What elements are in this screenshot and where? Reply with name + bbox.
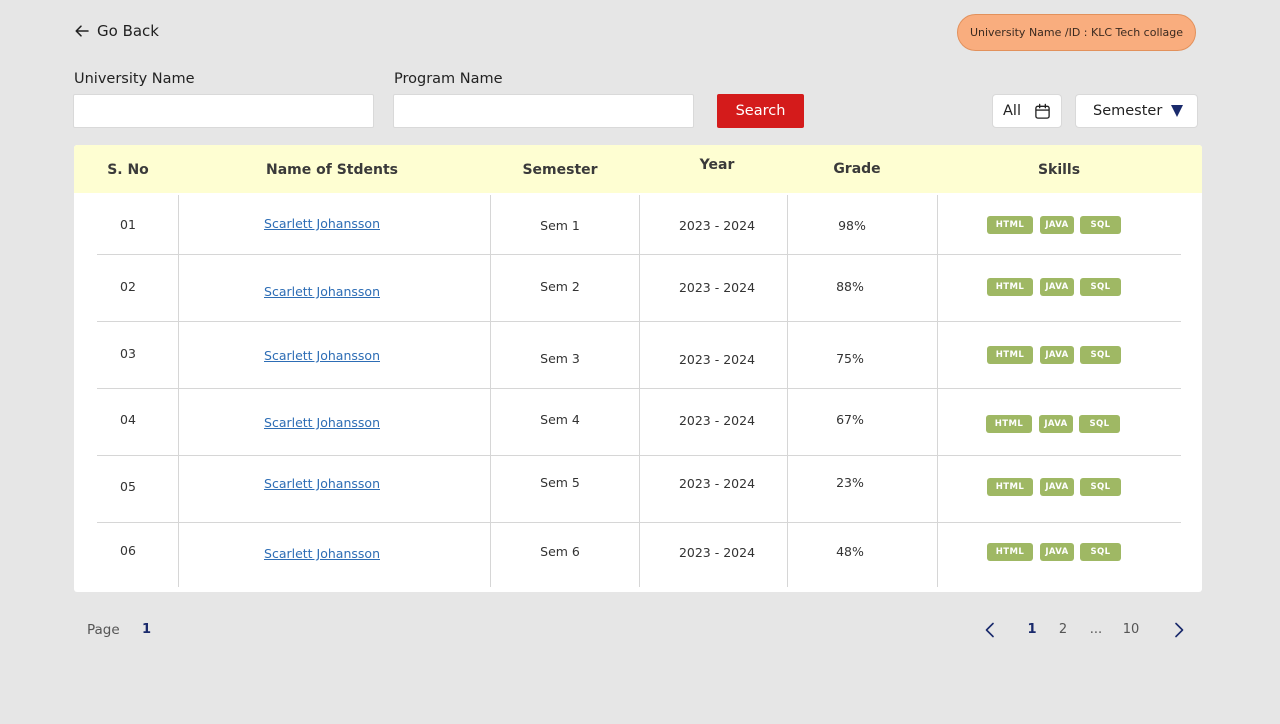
chevron-right-icon[interactable]: [1169, 620, 1189, 640]
skill-tag: HTML: [987, 543, 1033, 561]
column-header-year: Year: [699, 157, 735, 173]
skill-tag: JAVA: [1040, 478, 1074, 496]
students-table: S. No Name of Stdents Semester Year Grad…: [74, 145, 1202, 592]
row-grade: 67%: [836, 412, 864, 427]
row-semester: Sem 5: [540, 475, 580, 490]
page-button-1[interactable]: 1: [1027, 622, 1036, 637]
semester-filter-dropdown[interactable]: Semester: [1075, 94, 1198, 128]
column-header-skills: Skills: [1037, 162, 1081, 178]
student-name-link[interactable]: Scarlett Johansson: [264, 348, 380, 363]
skill-tag: HTML: [987, 478, 1033, 496]
row-year: 2023 - 2024: [678, 280, 756, 295]
skill-tag: SQL: [1080, 278, 1121, 296]
row-year: 2023 - 2024: [678, 413, 756, 428]
row-divider: [97, 522, 1181, 523]
table-header: S. No Name of Stdents Semester Year Grad…: [74, 145, 1202, 193]
column-header-name: Name of Stdents: [266, 162, 398, 178]
page-label: Page: [87, 622, 120, 638]
row-divider: [97, 455, 1181, 456]
university-name-label: University Name: [74, 71, 195, 87]
student-name-link[interactable]: Scarlett Johansson: [264, 476, 380, 491]
column-header-semester: Semester: [522, 162, 598, 178]
skill-tag: JAVA: [1040, 278, 1074, 296]
caret-down-icon: [1171, 105, 1183, 117]
skill-tag: HTML: [987, 278, 1033, 296]
skill-tag: HTML: [987, 216, 1033, 234]
current-page-indicator: 1: [142, 622, 152, 637]
skill-tag: SQL: [1079, 415, 1120, 433]
skill-tag: JAVA: [1039, 415, 1073, 433]
page-ellipsis: ...: [1089, 622, 1103, 637]
date-filter-label: All: [1003, 103, 1021, 119]
row-semester: Sem 6: [540, 544, 580, 559]
page-button-10[interactable]: 10: [1123, 622, 1140, 637]
program-name-input[interactable]: [393, 94, 694, 128]
row-sno: 04: [120, 412, 136, 427]
column-header-sno: S. No: [107, 162, 149, 178]
row-sno: 03: [120, 346, 136, 361]
university-badge: University Name /ID : KLC Tech collage: [957, 14, 1196, 51]
skill-tag: JAVA: [1040, 543, 1074, 561]
skill-tag: SQL: [1080, 346, 1121, 364]
column-header-grade: Grade: [833, 161, 881, 177]
skill-tag: JAVA: [1040, 216, 1074, 234]
skill-tag: SQL: [1080, 216, 1121, 234]
search-button[interactable]: Search: [717, 94, 804, 128]
arrow-left-icon: [75, 25, 89, 37]
go-back-label: Go Back: [97, 22, 159, 40]
row-sno: 06: [120, 543, 136, 558]
row-grade: 75%: [836, 351, 864, 366]
row-divider: [97, 254, 1181, 255]
row-year: 2023 - 2024: [678, 218, 756, 233]
row-semester: Sem 4: [540, 412, 580, 427]
student-name-link[interactable]: Scarlett Johansson: [264, 216, 380, 231]
row-sno: 05: [120, 479, 136, 494]
program-name-label: Program Name: [394, 71, 503, 87]
row-divider: [97, 388, 1181, 389]
row-semester: Sem 1: [540, 218, 580, 233]
row-grade: 23%: [836, 475, 864, 490]
row-year: 2023 - 2024: [678, 545, 756, 560]
student-name-link[interactable]: Scarlett Johansson: [264, 415, 380, 430]
date-filter-dropdown[interactable]: All: [992, 94, 1062, 128]
student-name-link[interactable]: Scarlett Johansson: [264, 284, 380, 299]
row-year: 2023 - 2024: [678, 476, 756, 491]
university-name-input[interactable]: [73, 94, 374, 128]
student-name-link[interactable]: Scarlett Johansson: [264, 546, 380, 561]
row-semester: Sem 2: [540, 279, 580, 294]
row-sno: 02: [120, 279, 136, 294]
row-grade: 88%: [836, 279, 864, 294]
chevron-left-icon[interactable]: [980, 620, 1000, 640]
row-semester: Sem 3: [540, 351, 580, 366]
skill-tag: HTML: [986, 415, 1032, 433]
calendar-icon: [1035, 103, 1050, 119]
semester-filter-label: Semester: [1093, 103, 1163, 119]
skill-tag: HTML: [987, 346, 1033, 364]
skill-tag: SQL: [1080, 478, 1121, 496]
row-sno: 01: [120, 217, 136, 232]
row-divider: [97, 321, 1181, 322]
row-grade: 48%: [836, 544, 864, 559]
go-back-button[interactable]: Go Back: [74, 22, 159, 40]
row-year: 2023 - 2024: [678, 352, 756, 367]
row-grade: 98%: [838, 218, 866, 233]
skill-tag: SQL: [1080, 543, 1121, 561]
page-button-2[interactable]: 2: [1059, 622, 1067, 637]
skill-tag: JAVA: [1040, 346, 1074, 364]
